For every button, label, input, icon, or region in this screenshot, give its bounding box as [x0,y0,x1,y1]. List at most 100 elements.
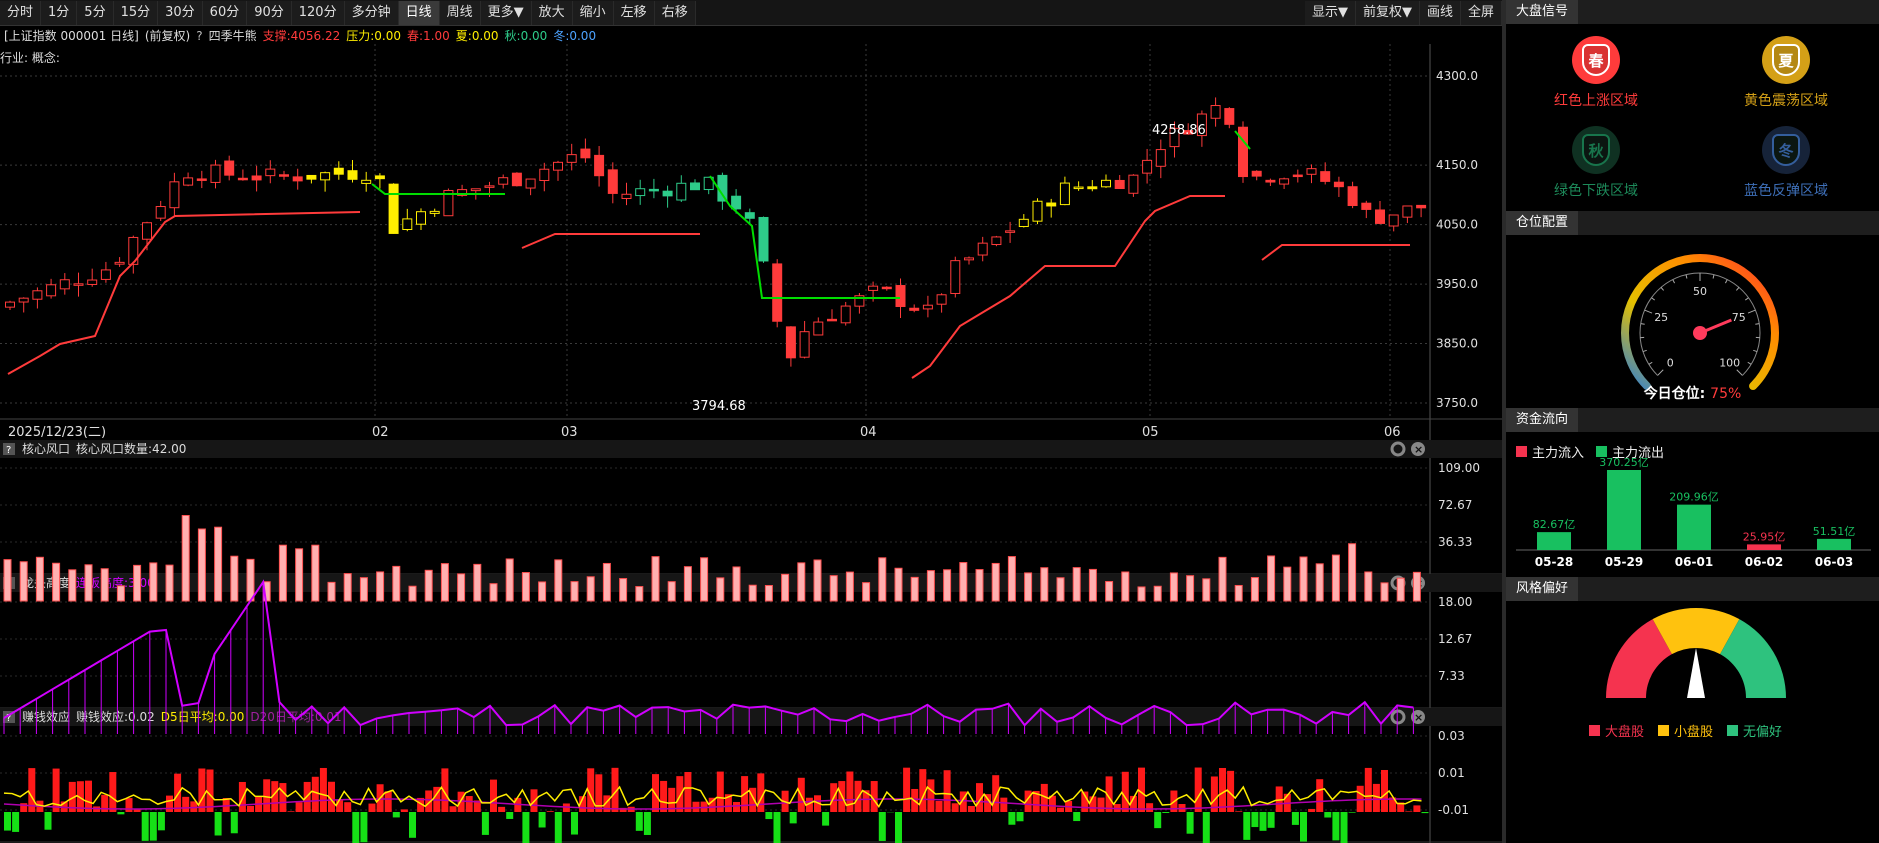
core-bar [1299,556,1308,602]
core-bar [295,548,304,602]
panel-0-tick-2: 36.33 [1438,535,1472,549]
period-button-3[interactable]: 15分 [113,0,159,25]
core-bar [1364,571,1373,602]
flow-header: 资金流向 [1506,408,1879,432]
core-bar [845,571,854,602]
core-bar [473,563,482,602]
candle-body [690,182,700,191]
profit-bar [1202,812,1210,843]
candle-body [183,177,194,186]
period-button-10[interactable]: 周线 [439,0,481,25]
panel-title-0: 核心风口 核心风口数量:42.00 [22,441,186,456]
core-bar [197,528,206,602]
toolbar-right-button-3[interactable]: 全屏 [1460,0,1502,25]
period-button-12[interactable]: 放大 [531,0,573,25]
panel-2-tick-1: 0.01 [1438,766,1465,780]
panel-header-0 [0,440,1502,458]
core-bar [1088,568,1097,602]
core-bar [1267,555,1276,602]
candle-body [292,176,303,182]
profit-bar [1146,803,1154,812]
period-button-4[interactable]: 30分 [158,0,203,25]
profit-bar [1121,771,1129,812]
panel-d5: D5日平均:0.00 [161,710,245,724]
period-button-7[interactable]: 120分 [291,0,345,25]
flow-date-0: 05-28 [1535,555,1573,569]
season-0: 春红色上涨区域 [1516,36,1676,110]
core-bar [376,571,385,602]
toolbar-right-button-2[interactable]: 画线 [1419,0,1461,25]
core-bar [1153,585,1162,602]
period-button-6[interactable]: 90分 [247,0,292,25]
core-bar [116,585,125,602]
candle-body [210,164,221,183]
core-bar [1234,584,1243,602]
core-bar [392,565,401,602]
period-button-5[interactable]: 60分 [202,0,248,25]
candle-body [909,307,920,311]
candle-body [1142,159,1153,174]
info-code: [上证指数 000001 日线] [4,28,139,43]
core-bar [586,576,595,602]
date-label-0: 2025/12/23(二) [8,425,106,440]
date-label-4: 05 [1142,425,1159,440]
period-button-15[interactable]: 右移 [654,0,696,25]
period-button-11[interactable]: 更多▼ [480,0,532,25]
period-button-8[interactable]: 多分钟 [344,0,399,25]
season-label-3: 蓝色反弹区域 [1744,183,1828,199]
toolbar-right-button-0[interactable]: 显示▼ [1304,0,1356,25]
profit-bar [684,772,692,812]
core-bar [505,558,514,602]
candle-body [374,175,385,180]
style-header: 风格偏好 [1506,577,1879,601]
season-grid: 春红色上涨区域夏黄色震荡区域秋绿色下跌区域冬蓝色反弹区域 [1506,24,1879,211]
toolbar-right-button-1[interactable]: 前复权▼ [1355,0,1420,25]
panel-sub-2: 赚钱效应:0.02 [76,709,155,724]
shield-icon: 夏 [1772,44,1800,76]
profit-bar [247,805,254,812]
profit-bar [287,811,295,812]
panel-1-tick-1: 12.67 [1438,632,1472,646]
core-bar [181,515,190,602]
date-label-5: 06 [1384,425,1401,440]
core-bar [943,569,952,602]
info-indicator: 四季牛熊 [209,28,257,43]
candle-body [388,183,399,234]
period-toolbar: 分时 1分 5分 15分 30分 60分 90分 120分 多分钟 日线 周线 更多▼ 放大 缩小 左移 右移… [0,0,1502,26]
flow-panel: 主力流入 主力流出 82.67亿 05-28 370.25亿 05-29 209.96亿… [1506,432,1879,577]
period-button-0[interactable]: 分时 [0,0,42,25]
period-button-2[interactable]: 5分 [77,0,114,25]
gauge-tick [1753,349,1758,353]
profit-bar [1194,767,1202,812]
style-title: 风格偏好 [1506,577,1579,601]
candle-body [936,294,947,305]
chart-area[interactable]: [上证指数 000001 日线] (前复权)? 四季牛熊 支撑:4056.22 压力:0… [0,26,1502,843]
panel-sub-0: 核心风口数量:42.00 [76,441,186,456]
period-button-13[interactable]: 缩小 [572,0,614,25]
flow-date-3: 06-02 [1745,555,1783,569]
info-line: [上证指数 000001 日线] (前复权)? 四季牛熊 支撑:4056.22 压力:0… [4,28,596,43]
candle-body [1046,202,1057,207]
flow-value-4: 51.51亿 [1813,525,1856,538]
candle-body [621,193,632,199]
profit-bar [935,800,943,812]
core-bar [214,526,223,602]
period-button-1[interactable]: 1分 [41,0,78,25]
candle-body [251,175,262,181]
profit-bar [878,812,886,841]
flow-value-0: 82.67亿 [1533,518,1576,531]
candle-body [361,179,372,184]
shield-icon: 冬 [1772,134,1800,166]
profit-bar [166,795,173,812]
profit-bar [1413,805,1421,812]
core-bar [1250,577,1259,602]
core-bar [991,562,1000,602]
core-bar [716,577,725,602]
period-button-9[interactable]: 日线 [398,0,440,25]
core-bar [100,568,109,602]
core-bar [246,558,255,602]
profit-bar [133,809,141,812]
gauge-tick [1660,287,1665,291]
style-legend: 大盘股 小盘股 无偏好 [1506,721,1879,740]
period-button-14[interactable]: 左移 [613,0,655,25]
